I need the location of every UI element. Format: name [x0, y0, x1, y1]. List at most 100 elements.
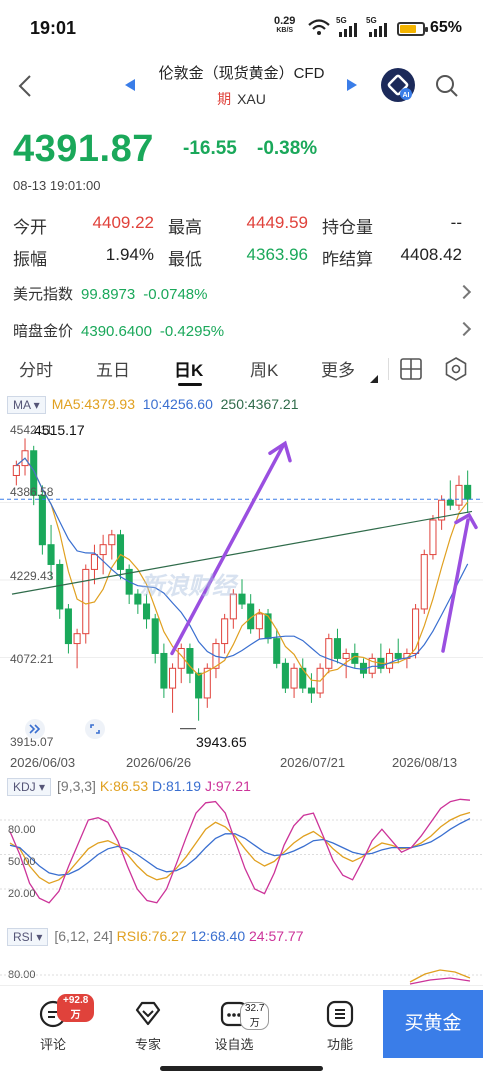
- candle-body: [47, 544, 55, 565]
- ma5-value: MA5:4379.93: [51, 396, 135, 412]
- rsi24-value: 24:57.77: [249, 928, 304, 944]
- candle-body: [273, 638, 281, 664]
- high-label: 最高: [168, 218, 202, 237]
- status-bar: 19:01 0.29 KB/S 5G 5G 65%: [0, 0, 483, 56]
- battery-icon: [397, 22, 428, 36]
- tab-five-day[interactable]: 五日: [96, 356, 130, 381]
- kdj-d-line: [9, 818, 471, 876]
- settings-icon[interactable]: [444, 357, 468, 381]
- candle-body: [307, 687, 315, 694]
- kdj-axis-label: 50.00: [8, 856, 36, 868]
- ma10-value: 10:4256.60: [142, 396, 213, 412]
- kdj-indicator-box[interactable]: KDJ ▾: [7, 778, 52, 797]
- rsi-params: [6,12, 24]: [54, 928, 113, 944]
- chevron-right-icon[interactable]: [456, 321, 472, 337]
- nav-expert-label: 专家: [134, 1037, 161, 1052]
- tab-divider: [388, 358, 389, 380]
- last-price: 4391.87: [13, 128, 154, 170]
- date-label: 2026/08/13: [392, 755, 458, 770]
- chevron-right-icon[interactable]: [456, 284, 472, 300]
- symbol-code: XAU: [237, 91, 266, 107]
- candle-body: [464, 484, 472, 500]
- candle-body: [116, 534, 125, 570]
- candle-body: [73, 633, 81, 645]
- open-label: 今开: [13, 218, 47, 237]
- search-icon[interactable]: [435, 74, 459, 98]
- buy-gold-button[interactable]: 买黄金: [383, 990, 483, 1058]
- dark-gold-change: -0.4295%: [159, 323, 225, 340]
- candle-body: [429, 519, 437, 556]
- oi-label: 持仓量: [322, 218, 373, 237]
- candle-body: [420, 554, 428, 610]
- chart-tabs: 分时 五日 日K 周K 更多: [0, 356, 483, 386]
- candle-body: [333, 638, 342, 659]
- fullscreen-icon[interactable]: [84, 718, 106, 740]
- rsi-chart[interactable]: [0, 960, 483, 985]
- candle-body: [160, 652, 168, 689]
- settle-value: 4408.42: [400, 245, 462, 264]
- usd-index-row[interactable]: 美元指数 99.8973 -0.0748%: [13, 283, 215, 304]
- candle-body: [255, 613, 263, 630]
- candle-body: [186, 648, 194, 674]
- kdj-axis-label: 80.00: [8, 824, 36, 836]
- tab-weekly-k[interactable]: 周K: [250, 356, 278, 381]
- annotation-arrow: [441, 518, 470, 653]
- price-axis-label: 4229.43: [10, 569, 54, 583]
- candle-body: [221, 618, 229, 645]
- settle-label: 昨结算: [322, 250, 373, 269]
- futures-tag: 期: [217, 91, 232, 107]
- min-price-annotation: 3943.65: [196, 734, 247, 750]
- tab-daily-k[interactable]: 日K: [174, 356, 203, 381]
- more-dropdown-icon: [370, 375, 378, 383]
- price-axis-label: 4386.58: [10, 485, 54, 499]
- rsi6-value: RSI6:76.27: [116, 928, 187, 944]
- next-instrument-icon[interactable]: [346, 78, 358, 92]
- usd-index-change: -0.0748%: [143, 286, 208, 303]
- battery-percent: 65%: [430, 19, 463, 36]
- date-label: 2026/07/21: [280, 755, 346, 770]
- kdj-legend: KDJ ▾ [9,3,3] K:86.53 D:81.19 J:97.21: [7, 778, 251, 797]
- ma250-value: 250:4367.21: [220, 396, 299, 412]
- high-value: 4449.59: [246, 213, 308, 232]
- ai-assistant-icon[interactable]: AI: [380, 67, 416, 103]
- watchlist-count-badge: 32.7万: [240, 1002, 270, 1030]
- nav-watchlist-label: 设自选: [214, 1037, 254, 1052]
- candle-body: [342, 652, 350, 659]
- candle-body: [56, 563, 64, 610]
- wifi-icon: [308, 19, 330, 35]
- ma-indicator-box[interactable]: MA ▾: [7, 396, 46, 415]
- expert-icon: [135, 1001, 161, 1026]
- quote-timestamp: 08-13 19:01:00: [13, 178, 101, 193]
- net-speed: 0.29 KB/S: [274, 15, 296, 35]
- candle-body: [386, 652, 394, 669]
- usd-index-value: 99.8973: [81, 286, 136, 303]
- kdj-name: KDJ: [13, 780, 36, 795]
- rsi12-value: 12:68.40: [190, 928, 246, 944]
- kline-chart[interactable]: [0, 415, 483, 745]
- date-label: 2026/06/26: [126, 755, 192, 770]
- rsi-indicator-box[interactable]: RSI ▾: [7, 928, 49, 947]
- tab-more[interactable]: 更多: [321, 356, 355, 381]
- svg-text:AI: AI: [403, 92, 410, 99]
- price-change: -16.55: [183, 138, 237, 159]
- dark-gold-row[interactable]: 暗盘金价 4390.6400 -0.4295%: [13, 320, 232, 341]
- max-price-annotation: 4515.17: [34, 422, 85, 438]
- candle-body: [82, 568, 90, 635]
- candle-body: [325, 638, 333, 669]
- expand-icon[interactable]: [24, 718, 46, 740]
- candle-body: [394, 652, 402, 659]
- dark-gold-value: 4390.6400: [81, 323, 152, 340]
- layout-grid-icon[interactable]: [400, 358, 422, 380]
- price-change-pct: -0.38%: [257, 138, 318, 159]
- candle-body: [238, 593, 246, 605]
- ma-legend: MA ▾ MA5:4379.93 10:4256.60 250:4367.21: [7, 396, 299, 415]
- nav-comment-label: 评论: [39, 1037, 66, 1052]
- ma-name: MA: [13, 398, 31, 413]
- signal-icon-1: [339, 23, 357, 37]
- candle-body: [99, 544, 107, 556]
- kdj-chart[interactable]: [0, 797, 483, 922]
- amplitude-value: 1.94%: [105, 245, 154, 264]
- candle-body: [169, 667, 177, 689]
- tab-intraday[interactable]: 分时: [19, 356, 53, 381]
- candle-body: [446, 499, 454, 506]
